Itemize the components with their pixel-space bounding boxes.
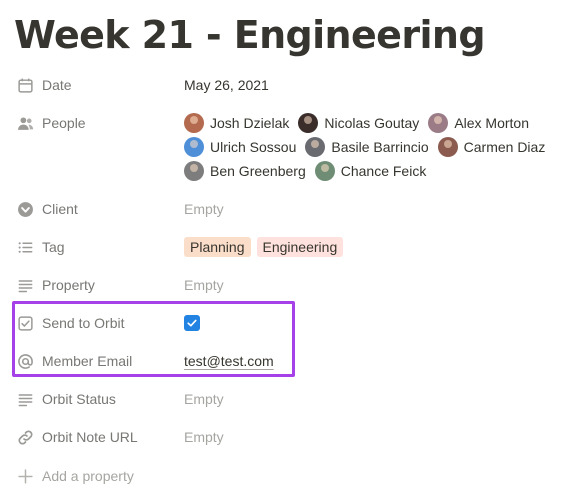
check-icon [187,319,197,327]
person-chip[interactable]: Basile Barrincio [305,135,429,159]
chevron-circle-icon [16,200,34,218]
person-chip[interactable]: Ben Greenberg [184,159,306,183]
text-icon [16,390,34,408]
send-to-orbit-value [184,311,200,335]
checkbox-icon [16,314,34,332]
property-name-member-email[interactable]: Member Email [16,349,176,373]
property-label: People [42,115,86,131]
person-chip[interactable]: Josh Dzielak [184,111,289,135]
person-chip[interactable]: Carmen Diaz [437,135,546,159]
tag-value[interactable]: Planning Engineering [184,235,349,259]
person-name: Josh Dzielak [210,115,290,131]
avatar [428,113,449,133]
person-name: Basile Barrincio [331,139,429,155]
avatar [437,137,458,157]
person-chip[interactable]: Nicolas Goutay [298,111,419,135]
property-name-client[interactable]: Client [16,197,176,221]
plus-icon [16,467,34,485]
avatar [314,161,335,181]
property-value[interactable]: Empty [184,273,224,297]
page-title[interactable]: Week 21 - Engineering [14,9,486,61]
property-label: Property [42,277,95,293]
property-name-orbit-note-url[interactable]: Orbit Note URL [16,425,176,449]
property-name-property[interactable]: Property [16,273,176,297]
person-name: Carmen Diaz [463,139,546,155]
property-name-send-to-orbit[interactable]: Send to Orbit [16,311,176,335]
send-to-orbit-checkbox[interactable] [184,315,200,331]
person-name: Alex Morton [454,115,530,131]
person-chip[interactable]: Ulrich Sossou [184,135,296,159]
member-email-value[interactable]: test@test.com [184,349,274,373]
property-label: Member Email [42,353,133,369]
person-name: Nicolas Goutay [324,115,420,131]
link-icon [16,428,34,446]
property-name-tag[interactable]: Tag [16,235,176,259]
avatar [184,113,204,133]
avatar [184,161,204,181]
add-property-label: Add a property [42,468,134,484]
property-name-orbit-status[interactable]: Orbit Status [16,387,176,411]
property-name-people[interactable]: People [16,111,176,135]
property-label: Send to Orbit [42,315,125,331]
orbit-note-url-value[interactable]: Empty [184,425,224,449]
person-name: Ben Greenberg [210,163,306,179]
avatar [184,137,204,157]
people-icon [16,114,34,132]
tag-engineering[interactable]: Engineering [256,237,344,257]
list-icon [16,238,34,256]
property-label: Client [42,201,78,217]
person-chip[interactable]: Alex Morton [428,111,529,135]
person-name: Ulrich Sossou [210,139,297,155]
tag-planning[interactable]: Planning [184,237,251,257]
member-email-link[interactable]: test@test.com [184,353,274,369]
client-value[interactable]: Empty [184,197,224,221]
at-sign-icon [16,352,34,370]
calendar-icon [16,76,34,94]
property-label: Orbit Status [42,391,116,407]
orbit-status-value[interactable]: Empty [184,387,224,411]
property-name-date[interactable]: Date [16,73,176,97]
person-chip[interactable]: Chance Feick [314,159,427,183]
property-label: Orbit Note URL [42,429,138,445]
add-property-label-wrap: Add a property [16,464,176,488]
person-name: Chance Feick [340,163,427,179]
people-value[interactable]: Josh Dzielak Nicolas Goutay Alex Morton … [184,111,564,183]
avatar [298,113,319,133]
date-value[interactable]: May 26, 2021 [184,73,269,97]
property-label: Tag [42,239,65,255]
avatar [305,137,326,157]
property-label: Date [42,77,72,93]
text-icon [16,276,34,294]
